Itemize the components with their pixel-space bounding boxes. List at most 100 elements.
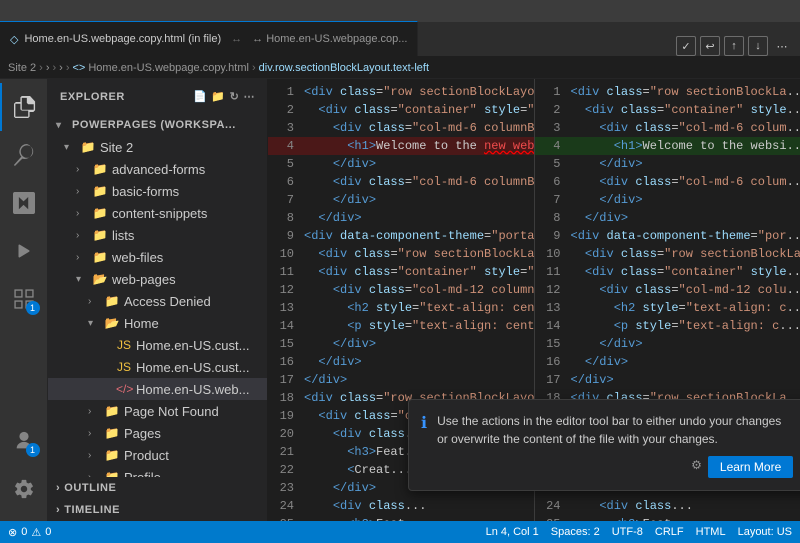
more-icon[interactable]: ⋯ <box>243 90 255 103</box>
warning-icon: ⚠ <box>31 526 41 539</box>
error-icon: ⊗ <box>8 526 17 539</box>
right-line-2: 2 <div class="container" style... <box>535 101 800 119</box>
folder-icon: 📁 <box>92 206 108 220</box>
basic-forms-label: basic-forms <box>112 184 179 199</box>
sidebar-item-home[interactable]: ▾ 📂 Home <box>48 312 267 334</box>
sidebar-item-web-pages[interactable]: ▾ 📂 web-pages <box>48 268 267 290</box>
sidebar-item-basic-forms[interactable]: › 📁 basic-forms <box>48 180 267 202</box>
tab-sublabel: ↔ Home.en-US.webpage.cop... <box>252 33 407 45</box>
editor-area: 1 <div class="row sectionBlockLayou... 2… <box>268 79 800 521</box>
folder-icon: 📁 <box>92 228 108 242</box>
breadcrumb-filename[interactable]: Home.en-US.webpage.copy.html <box>88 62 249 74</box>
activity-accounts[interactable]: 1 <box>0 417 48 465</box>
basic-forms-arrow: › <box>76 186 88 197</box>
breadcrumb-divpath[interactable]: div.row.sectionBlockLayout.text-left <box>259 62 429 74</box>
activity-run[interactable] <box>0 227 48 275</box>
web-files-arrow: › <box>76 252 88 263</box>
profile-label: Profile <box>124 470 161 478</box>
right-line-9: 9 <div data-component-theme="por... <box>535 227 800 245</box>
right-line-24: 24 <div class... <box>535 497 800 515</box>
sidebar-item-access-denied[interactable]: › 📁 Access Denied <box>48 290 267 312</box>
breadcrumb-sep4: › <box>252 62 256 74</box>
tab-sep: ↔ <box>231 33 242 45</box>
notification-message: Use the actions in the editor tool bar t… <box>437 412 793 448</box>
workspace-arrow: ▾ <box>56 120 68 131</box>
site2-label: Site 2 <box>100 140 133 155</box>
activity-git[interactable] <box>0 179 48 227</box>
page-not-found-arrow: › <box>88 406 100 417</box>
tab-actions: ✓ ↩ ↑ ↓ ⋯ <box>668 36 800 56</box>
status-language[interactable]: HTML <box>696 526 726 538</box>
content-snippets-arrow: › <box>76 208 88 219</box>
action-more[interactable]: ⋯ <box>772 36 792 56</box>
tab-label: Home.en-US.webpage.copy.html (in file) <box>24 33 221 45</box>
activity-extensions[interactable]: 1 <box>0 275 48 323</box>
activity-bottom: 1 <box>0 417 48 521</box>
workspace-item[interactable]: ▾ POWERPAGES (WORKSPA... <box>48 114 267 136</box>
right-line-15: 15 </div> <box>535 335 800 353</box>
left-line-9: 9 <div data-component-theme="portal... <box>268 227 534 245</box>
tab-icon: ◇ <box>10 33 18 46</box>
right-line-8: 8 </div> <box>535 209 800 227</box>
action-undo[interactable]: ↩ <box>700 36 720 56</box>
sidebar-item-home-cust1[interactable]: JS Home.en-US.cust... <box>48 334 267 356</box>
main-area: 1 1 EXPLORER 📄 📁 ↻ ⋯ ▾ <box>0 79 800 521</box>
breadcrumb-home[interactable]: › <box>59 62 63 74</box>
lists-arrow: › <box>76 230 88 241</box>
sidebar-item-profile[interactable]: › 📁 Profile <box>48 466 267 477</box>
activity-explorer[interactable] <box>0 83 48 131</box>
status-line-ending[interactable]: CRLF <box>655 526 684 538</box>
sidebar-item-web-files[interactable]: › 📁 web-files <box>48 246 267 268</box>
content-snippets-label: content-snippets <box>112 206 207 221</box>
sidebar-header: EXPLORER 📄 📁 ↻ ⋯ <box>48 79 267 114</box>
error-count: 0 <box>21 526 27 538</box>
web-files-label: web-files <box>112 250 163 265</box>
js-file-icon: JS <box>116 360 132 374</box>
learn-more-button[interactable]: Learn More <box>708 456 793 478</box>
sidebar-item-home-cust2[interactable]: JS Home.en-US.cust... <box>48 356 267 378</box>
home-cust2-label: Home.en-US.cust... <box>136 360 249 375</box>
timeline-header[interactable]: › TIMELINE <box>48 499 267 521</box>
sidebar-item-site2[interactable]: ▾ 📁 Site 2 <box>48 136 267 158</box>
sidebar-item-content-snippets[interactable]: › 📁 content-snippets <box>48 202 267 224</box>
sidebar-item-page-not-found[interactable]: › 📁 Page Not Found <box>48 400 267 422</box>
right-line-11: 11 <div class="container" style... <box>535 263 800 281</box>
breadcrumb-site2[interactable]: Site 2 <box>8 62 36 74</box>
new-file-icon[interactable]: 📄 <box>193 90 207 103</box>
activity-settings[interactable] <box>0 465 48 513</box>
left-line-24: 24 <div class... <box>268 497 534 515</box>
sidebar-item-product[interactable]: › 📁 Product <box>48 444 267 466</box>
refresh-icon[interactable]: ↻ <box>230 90 240 103</box>
sidebar-item-home-web[interactable]: </> Home.en-US.web... <box>48 378 267 400</box>
right-line-10: 10 <div class="row sectionBlockLa... <box>535 245 800 263</box>
action-check[interactable]: ✓ <box>676 36 696 56</box>
sidebar-item-pages[interactable]: › 📁 Pages <box>48 422 267 444</box>
status-position[interactable]: Ln 4, Col 1 <box>486 526 539 538</box>
breadcrumb-webpages[interactable]: › <box>46 62 50 74</box>
left-line-15: 15 </div> <box>268 335 534 353</box>
timeline-section: › TIMELINE <box>48 499 267 521</box>
status-spaces[interactable]: Spaces: 2 <box>551 526 600 538</box>
status-bar: ⊗ 0 ⚠ 0 Ln 4, Col 1 Spaces: 2 UTF-8 CRLF… <box>0 521 800 543</box>
left-line-7: 7 </div> <box>268 191 534 209</box>
action-down[interactable]: ↓ <box>748 36 768 56</box>
timeline-arrow: › <box>56 504 60 516</box>
sidebar-item-advanced-forms[interactable]: › 📁 advanced-forms <box>48 158 267 180</box>
status-layout[interactable]: Layout: US <box>738 526 792 538</box>
folder-icon: 📁 <box>104 294 120 308</box>
status-encoding[interactable]: UTF-8 <box>612 526 643 538</box>
status-errors[interactable]: ⊗ 0 ⚠ 0 <box>8 526 51 539</box>
notification-gear-icon[interactable]: ⚙ <box>691 456 702 478</box>
sidebar-header-icons: 📄 📁 ↻ ⋯ <box>193 90 255 103</box>
site2-arrow: ▾ <box>64 142 76 153</box>
sidebar-item-lists[interactable]: › 📁 lists <box>48 224 267 246</box>
action-up[interactable]: ↑ <box>724 36 744 56</box>
activity-search[interactable] <box>0 131 48 179</box>
breadcrumb-sep2: › <box>52 62 56 74</box>
access-denied-label: Access Denied <box>124 294 211 309</box>
new-folder-icon[interactable]: 📁 <box>211 90 225 103</box>
outline-header[interactable]: › OUTLINE <box>48 477 267 499</box>
tab-home-copy[interactable]: ◇ Home.en-US.webpage.copy.html (in file)… <box>0 21 418 56</box>
activity-bar: 1 1 <box>0 79 48 521</box>
left-line-1: 1 <div class="row sectionBlockLayou... <box>268 83 534 101</box>
